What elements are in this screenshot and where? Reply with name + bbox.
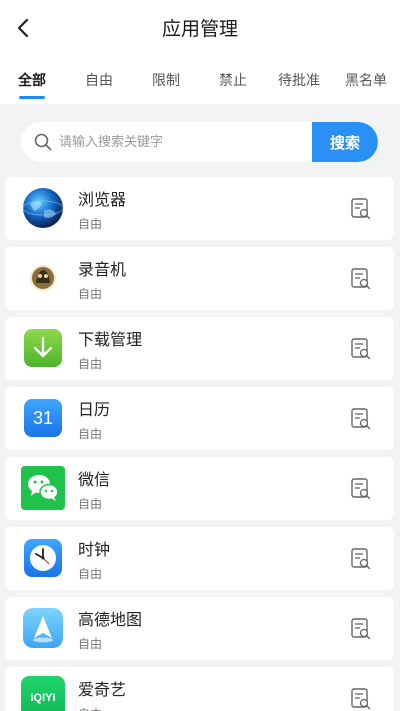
clock-icon (24, 539, 62, 577)
app-name: 浏览器 (78, 190, 127, 209)
details-icon[interactable] (350, 547, 372, 571)
tab-all[interactable]: 全部 (18, 70, 46, 90)
details-icon[interactable] (350, 477, 372, 501)
header: 应用管理 (0, 0, 400, 56)
app-status: 自由 (78, 567, 103, 581)
iqiyi-logo-text: iQIYI (30, 692, 56, 704)
tab-restricted[interactable]: 限制 (152, 70, 180, 90)
app-name: 高德地图 (78, 610, 143, 629)
tab-blacklist[interactable]: 黑名单 (345, 70, 387, 90)
app-list-area: 搜索 浏览器 自由 (0, 104, 400, 711)
app-status: 自由 (78, 637, 103, 651)
tab-free[interactable]: 自由 (85, 70, 113, 90)
details-icon[interactable] (350, 197, 372, 221)
tab-forbidden[interactable]: 禁止 (219, 70, 247, 90)
app-name: 日历 (78, 400, 111, 419)
details-icon[interactable] (350, 617, 372, 641)
download-arrow-icon (24, 329, 62, 367)
app-name: 下载管理 (78, 330, 143, 349)
iqiyi-icon: iQIYI (21, 676, 65, 711)
app-list-item[interactable]: 31 日历 自由 (5, 387, 394, 450)
search-bar: 搜索 (21, 122, 378, 162)
search-button[interactable]: 搜索 (312, 122, 378, 162)
calendar-icon: 31 (24, 399, 62, 437)
app-name: 录音机 (78, 260, 127, 279)
app-name: 爱奇艺 (78, 680, 127, 699)
calendar-icon-date: 31 (32, 407, 54, 428)
recorder-icon (22, 257, 64, 299)
amap-icon (23, 608, 63, 648)
app-list-item[interactable]: 录音机 自由 (5, 247, 394, 310)
app-list-item[interactable]: 微信 自由 (5, 457, 394, 520)
details-icon[interactable] (350, 267, 372, 291)
app-list-item[interactable]: 时钟 自由 (5, 527, 394, 590)
app-status: 自由 (78, 217, 103, 231)
app-list-item[interactable]: iQIYI 爱奇艺 自由 (5, 667, 394, 711)
app-list-item[interactable]: 浏览器 自由 (5, 177, 394, 240)
app-status: 自由 (78, 427, 103, 441)
wechat-icon (21, 466, 65, 510)
search-input[interactable] (59, 122, 329, 162)
page-title: 应用管理 (161, 18, 238, 40)
filter-tabs: 全部 自由 限制 禁止 待批准 黑名单 (0, 58, 400, 100)
details-icon[interactable] (350, 687, 372, 711)
app-list-item[interactable]: 高德地图 自由 (5, 597, 394, 660)
tab-pending-approval[interactable]: 待批准 (278, 70, 320, 90)
app-status: 自由 (78, 497, 103, 511)
details-icon[interactable] (350, 407, 372, 431)
app-status: 自由 (78, 705, 102, 711)
app-status: 自由 (78, 287, 103, 301)
app-name: 微信 (78, 470, 111, 489)
details-icon[interactable] (350, 337, 372, 361)
search-icon (34, 133, 52, 151)
app-list-item[interactable]: 下载管理 自由 (5, 317, 394, 380)
tab-active-indicator (19, 96, 45, 99)
app-status: 自由 (78, 357, 103, 371)
app-name: 时钟 (78, 540, 111, 559)
browser-globe-icon (22, 187, 64, 229)
